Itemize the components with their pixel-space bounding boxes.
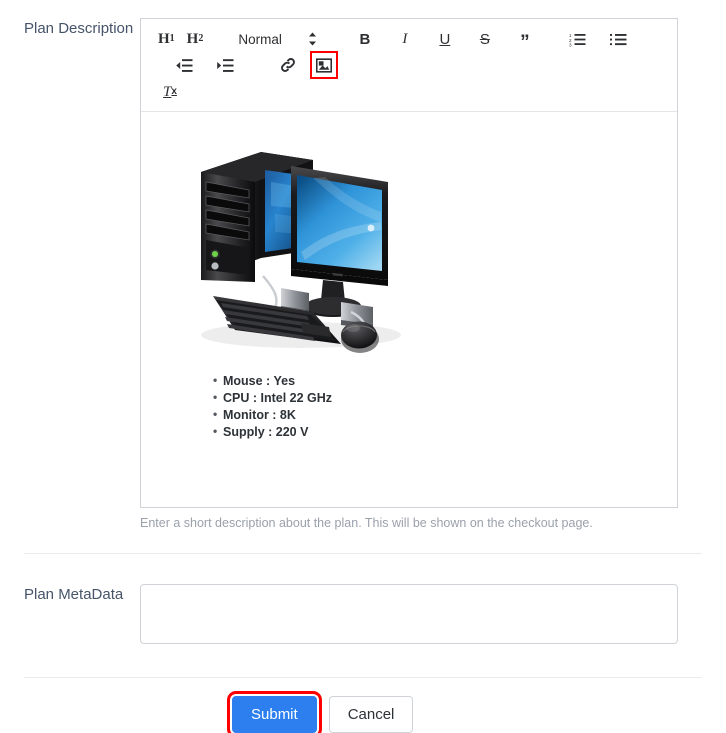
editor-toolbar-row-2: Tx — [155, 79, 669, 105]
plan-specs-list: Mouse : Yes CPU : Intel 22 GHz Monitor :… — [155, 372, 663, 441]
heading-2-button[interactable]: H2 — [184, 26, 207, 52]
list-item: Supply : 220 V — [213, 423, 663, 441]
heading-1-subscript: 1 — [169, 33, 175, 44]
plan-metadata-field-area — [140, 584, 726, 649]
plan-metadata-label: Plan MetaData — [24, 586, 124, 603]
editor-content-area[interactable]: Mouse : Yes CPU : Intel 22 GHz Monitor :… — [141, 112, 677, 507]
heading-1-label: H — [158, 30, 170, 47]
heading-1-button[interactable]: H1 — [155, 26, 178, 52]
plan-metadata-row: Plan MetaData — [0, 554, 726, 677]
clear-formatting-label: T — [163, 83, 172, 100]
outdent-icon[interactable] — [173, 52, 196, 78]
plan-description-label: Plan Description — [24, 20, 134, 37]
bold-button[interactable]: B — [354, 26, 376, 52]
rich-text-editor[interactable]: H1 H2 Normal B I U S ” 1 2 3 T x • Mouse… — [140, 18, 678, 508]
submit-button[interactable]: Submit — [227, 691, 322, 733]
plan-description-help-text: Enter a short description about the plan… — [140, 516, 593, 530]
editor-toolbar: H1 H2 Normal B I U S ” 1 2 3 T x — [141, 19, 677, 112]
form-actions: Submit Cancel — [0, 678, 726, 733]
cancel-button[interactable]: Cancel — [328, 696, 414, 733]
link-icon[interactable] — [277, 52, 299, 78]
heading-2-label: H — [186, 30, 199, 47]
ordered-list-icon[interactable]: 1 2 3 — [566, 26, 589, 52]
list-item: CPU : Intel 22 GHz — [213, 389, 663, 407]
svg-text:3: 3 — [569, 42, 572, 46]
desktop-computer-illustration — [155, 122, 663, 355]
indent-icon[interactable] — [214, 52, 237, 78]
clear-formatting-subscript: x — [171, 86, 177, 97]
clear-formatting-button[interactable]: Tx — [159, 79, 181, 105]
heading-2-subscript: 2 — [198, 33, 204, 44]
italic-button[interactable]: I — [394, 26, 416, 52]
plan-description-field-area: H1 H2 Normal B I U S ” 1 2 3 T x • Mouse… — [140, 18, 726, 531]
image-icon[interactable] — [310, 51, 338, 79]
strikethrough-button[interactable]: S — [474, 26, 496, 52]
format-picker[interactable]: Normal — [236, 32, 284, 47]
chevron-up-down-icon[interactable] — [302, 26, 324, 52]
bullet-list-icon[interactable] — [607, 26, 630, 52]
list-item: Monitor : 8K — [213, 406, 663, 424]
plan-metadata-input[interactable] — [140, 584, 678, 644]
blockquote-button[interactable]: ” — [514, 30, 536, 56]
list-item: Mouse : Yes — [213, 372, 663, 390]
underline-button[interactable]: U — [434, 26, 456, 52]
plan-description-row: Plan Description H1 H2 Normal B I U S ” … — [0, 0, 726, 531]
